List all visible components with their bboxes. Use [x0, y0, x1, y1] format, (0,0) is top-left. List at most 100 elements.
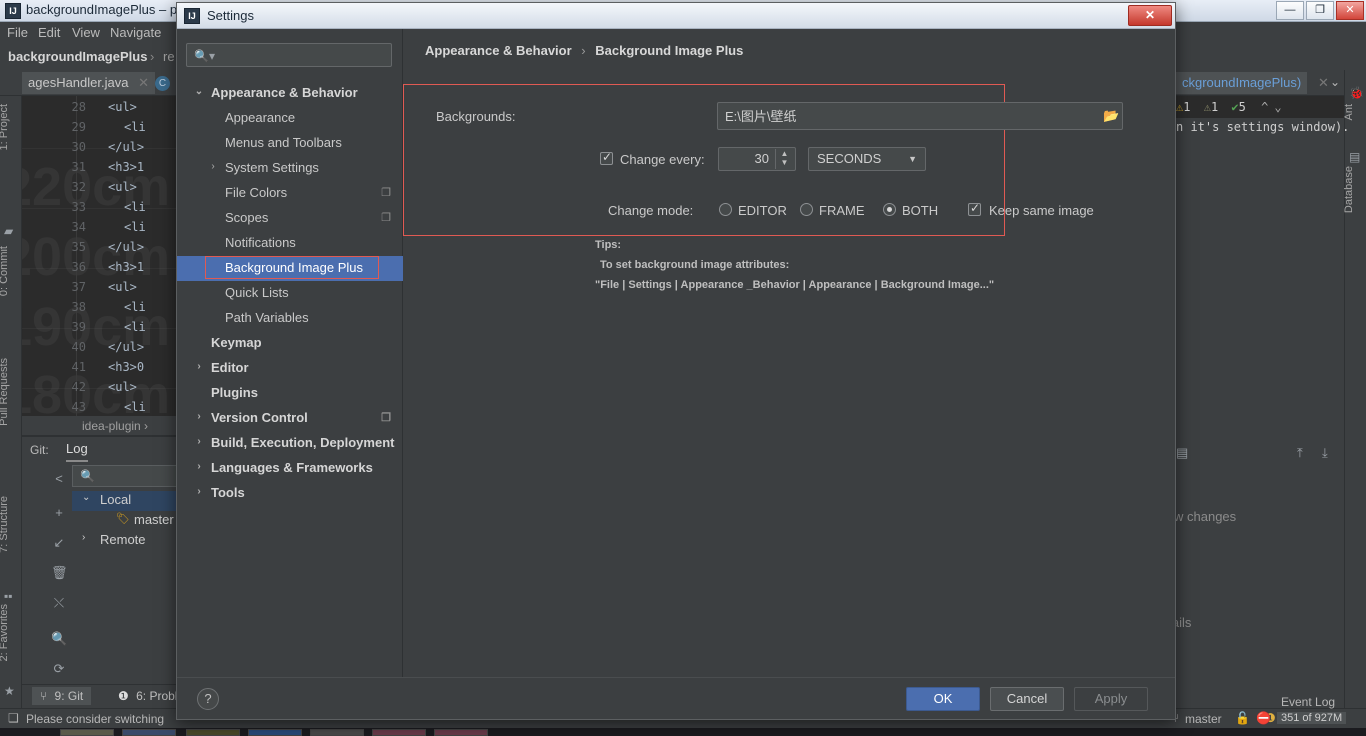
menu-edit[interactable]: Edit: [38, 25, 60, 40]
settings-tree-item-keymap[interactable]: Keymap: [177, 331, 403, 356]
change-every-checkbox[interactable]: [600, 150, 613, 165]
settings-tree-item-plugins[interactable]: Plugins: [177, 381, 403, 406]
delete-icon[interactable]: 🗑: [51, 565, 68, 581]
collapse-left-icon[interactable]: <: [51, 471, 67, 487]
add-icon[interactable]: +: [51, 505, 67, 521]
editor-tab-close-icon[interactable]: ✕: [138, 75, 149, 90]
settings-tree-item-system-settings[interactable]: › System Settings: [177, 156, 403, 181]
chevron-right-icon[interactable]: ›: [207, 161, 219, 173]
tool-window-favorites[interactable]: 2: Favorites: [0, 604, 24, 661]
settings-tree-item-appearance-behavior[interactable]: ⌄ Appearance & Behavior: [177, 81, 403, 106]
taskbar-item-2[interactable]: [122, 729, 176, 736]
chevron-right-icon[interactable]: ›: [193, 486, 205, 498]
settings-tree-item-background-image-plus[interactable]: Background Image Plus: [177, 256, 403, 281]
commit-graph-icon[interactable]: ▤: [1176, 445, 1188, 461]
minimize-button[interactable]: —: [1276, 1, 1304, 20]
settings-app-icon: IJ: [184, 8, 200, 24]
taskbar-item-3[interactable]: [186, 729, 240, 736]
tool-window-pull-requests[interactable]: Pull Requests: [0, 358, 24, 426]
bottom-tab-git[interactable]: ⑂ 9: Git: [32, 687, 92, 705]
settings-tree-item-tools[interactable]: › Tools: [177, 481, 403, 506]
settings-tree-item-path-variables[interactable]: Path Variables: [177, 306, 403, 331]
settings-tree-item-build-execution-deployment[interactable]: › Build, Execution, Deployment: [177, 431, 403, 456]
settings-close-button[interactable]: ✕: [1128, 5, 1172, 26]
spinner-up-icon[interactable]: ▲: [776, 149, 793, 158]
apply-button[interactable]: Apply: [1074, 687, 1148, 711]
gutter-line-number: 39: [71, 320, 86, 334]
interval-spinner[interactable]: 30 ▲ ▼: [718, 147, 796, 171]
taskbar-item-5[interactable]: [310, 729, 364, 736]
backgrounds-path-input[interactable]: E:\图片\壁纸: [717, 102, 1123, 130]
settings-tree-item-version-control[interactable]: › Version Control ❐: [177, 406, 403, 431]
help-button[interactable]: ?: [197, 688, 219, 710]
ok-button[interactable]: OK: [906, 687, 980, 711]
settings-tree-item-editor[interactable]: › Editor: [177, 356, 403, 381]
event-log-label[interactable]: Event Log: [1281, 695, 1335, 709]
taskbar-item-7[interactable]: [434, 729, 488, 736]
settings-footer: ? OK Cancel Apply: [177, 677, 1175, 719]
copy-settings-icon[interactable]: ❐: [381, 411, 391, 424]
settings-tree-item-file-colors[interactable]: File Colors ❐: [177, 181, 403, 206]
status-branch[interactable]: master: [1185, 712, 1222, 726]
tool-window-structure[interactable]: 7: Structure: [0, 496, 24, 553]
cancel-button[interactable]: Cancel: [990, 687, 1064, 711]
settings-tree-item-notifications[interactable]: Notifications: [177, 231, 403, 256]
tool-window-project[interactable]: 1: Project: [0, 104, 24, 150]
close-button[interactable]: ✕: [1336, 1, 1364, 20]
tool-window-commit[interactable]: 0: Commit: [0, 246, 24, 296]
chevron-down-icon[interactable]: ⌄: [193, 86, 205, 98]
copy-settings-icon[interactable]: ❐: [381, 186, 391, 199]
error-icon[interactable]: ⛔: [1256, 711, 1271, 725]
collapse-all-icon[interactable]: ⤬: [51, 595, 67, 611]
settings-tree-item-appearance[interactable]: Appearance: [177, 106, 403, 131]
breadcrumb-root[interactable]: Appearance & Behavior: [425, 43, 572, 58]
menu-file[interactable]: File: [7, 25, 28, 40]
tool-window-ant[interactable]: Ant: [1343, 104, 1366, 121]
menu-view[interactable]: View: [72, 25, 100, 40]
settings-search-input[interactable]: 🔍▾: [186, 43, 392, 67]
taskbar-item-6[interactable]: [372, 729, 426, 736]
breadcrumb-separator: ›: [150, 49, 155, 64]
radio-editor[interactable]: [719, 203, 732, 216]
interval-unit-combo[interactable]: SECONDS ▼: [808, 147, 926, 171]
editor-tab-ages-handler[interactable]: agesHandler.java ✕: [22, 72, 155, 94]
settings-tree-item-quick-lists[interactable]: Quick Lists: [177, 281, 403, 306]
code-line: </ul>: [108, 240, 145, 254]
git-log-tab[interactable]: Log: [66, 441, 88, 462]
keep-same-image-checkbox[interactable]: [968, 201, 981, 216]
radio-frame[interactable]: [800, 203, 813, 216]
maximize-button[interactable]: ❐: [1306, 1, 1334, 20]
expand-all-icon[interactable]: ⤒: [1297, 445, 1303, 461]
breadcrumb-rest[interactable]: re: [163, 49, 175, 64]
gutter-line-number: 38: [71, 300, 86, 314]
memory-indicator[interactable]: 351 of 927M: [1277, 712, 1347, 724]
spinner-buttons[interactable]: ▲ ▼: [775, 149, 793, 169]
status-layout-icon[interactable]: ❑: [8, 711, 19, 725]
settings-tree-item-scopes[interactable]: Scopes ❐: [177, 206, 403, 231]
inspection-widget[interactable]: ⚠1 ⚠1 ✔5 ^ ⌄: [1176, 100, 1282, 114]
editor-tab-right[interactable]: ckgroundImagePlus): [1176, 72, 1308, 94]
code-line: <ul>: [108, 380, 137, 394]
search-icon[interactable]: 🔍: [51, 631, 67, 647]
settings-tree-item-menus-and-toolbars[interactable]: Menus and Toolbars: [177, 131, 403, 156]
menu-navigate[interactable]: Navigate: [110, 25, 161, 40]
chevron-right-icon[interactable]: ›: [193, 436, 205, 448]
copy-settings-icon[interactable]: ❐: [381, 211, 391, 224]
refresh-icon[interactable]: ⟳: [51, 661, 67, 677]
folder-icon[interactable]: 📂: [1103, 108, 1119, 124]
settings-tree-item-languages-frameworks[interactable]: › Languages & Frameworks: [177, 456, 403, 481]
taskbar-item-1[interactable]: [60, 729, 114, 736]
tool-window-database[interactable]: Database: [1343, 166, 1366, 213]
breadcrumb-project[interactable]: backgroundImagePlus: [8, 49, 147, 64]
spinner-down-icon[interactable]: ▼: [776, 158, 793, 167]
checkout-icon[interactable]: ↙: [51, 535, 67, 551]
chevron-right-icon[interactable]: ›: [193, 361, 205, 373]
tab-list-chevron-icon[interactable]: ⌄: [1330, 75, 1340, 89]
chevron-right-icon[interactable]: ›: [193, 411, 205, 423]
editor-tab-right-close-icon[interactable]: ✕: [1318, 75, 1329, 91]
radio-both[interactable]: [883, 203, 896, 216]
collapse-all-icon[interactable]: ⤓: [1322, 445, 1328, 461]
lock-icon[interactable]: 🔓: [1235, 711, 1250, 725]
chevron-right-icon[interactable]: ›: [193, 461, 205, 473]
taskbar-item-4[interactable]: [248, 729, 302, 736]
